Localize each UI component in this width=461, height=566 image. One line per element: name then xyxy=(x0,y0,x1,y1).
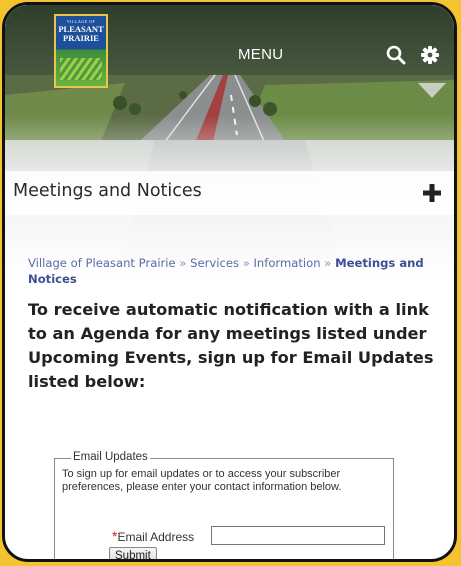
search-icon[interactable] xyxy=(384,43,408,67)
logo-name-line2: PRAIRIE xyxy=(63,33,99,43)
page-title: Meetings and Notices xyxy=(13,181,202,201)
logo-field-stripes xyxy=(60,58,102,80)
logo-name: PLEASANT PRAIRIE xyxy=(56,25,106,43)
triangle-down-icon xyxy=(418,83,446,103)
breadcrumb-separator: » xyxy=(242,256,250,270)
hero-header: VILLAGE OF PLEASANT PRAIRIE MENU xyxy=(5,5,454,280)
breadcrumb-item-services[interactable]: Services xyxy=(190,256,239,270)
email-field[interactable] xyxy=(211,526,385,545)
breadcrumb-item-village[interactable]: Village of Pleasant Prairie xyxy=(28,256,176,270)
email-address-label: *Email Address xyxy=(112,528,194,544)
village-logo[interactable]: VILLAGE OF PLEASANT PRAIRIE xyxy=(54,14,108,88)
intro-heading: To receive automatic notification with a… xyxy=(28,300,434,391)
breadcrumb-separator: » xyxy=(179,256,187,270)
submit-button[interactable]: Submit xyxy=(109,547,157,559)
email-updates-legend: Email Updates xyxy=(71,451,150,463)
email-updates-description: To sign up for email updates or to acces… xyxy=(62,468,342,493)
email-address-label-text: Email Address xyxy=(117,530,195,544)
page-title-bar: Meetings and Notices xyxy=(5,171,454,215)
breadcrumb-item-information[interactable]: Information xyxy=(253,256,320,270)
gear-icon[interactable] xyxy=(418,43,442,67)
menu-button[interactable]: MENU xyxy=(238,46,283,63)
plus-icon[interactable] xyxy=(420,181,444,205)
phone-frame: VILLAGE OF PLEASANT PRAIRIE MENU Meeting… xyxy=(2,2,457,562)
breadcrumb-separator: » xyxy=(324,256,332,270)
breadcrumb: Village of Pleasant Prairie » Services »… xyxy=(28,255,448,287)
